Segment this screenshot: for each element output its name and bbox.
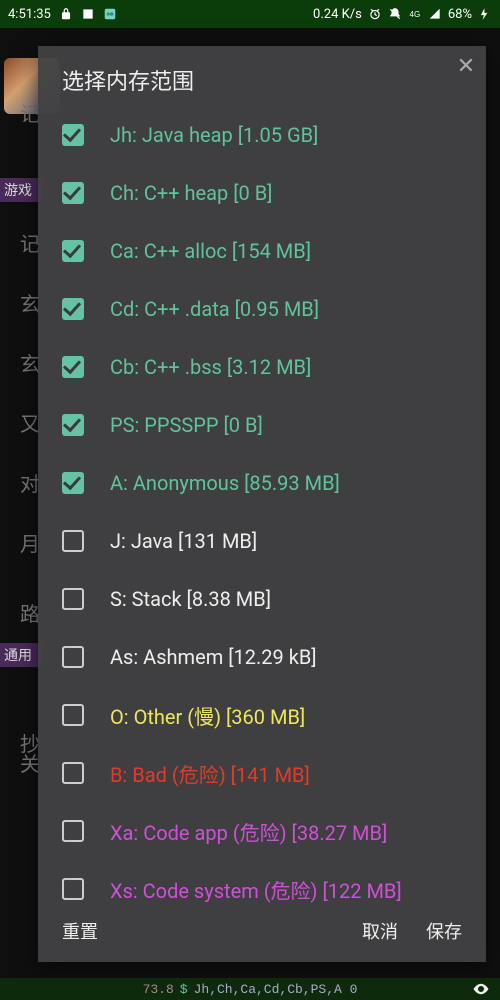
memory-range-label: B: Bad (危险) [141 MB] bbox=[110, 759, 310, 788]
app-icon bbox=[103, 7, 117, 21]
net-speed: 0.24 K/s bbox=[313, 7, 362, 22]
memory-range-label: Ch: C++ heap [0 B] bbox=[110, 181, 272, 205]
status-bar: 4:51:35 0.24 K/s 4G 68% bbox=[0, 0, 500, 28]
memory-range-label: J: Java [131 MB] bbox=[110, 529, 257, 553]
checkbox[interactable] bbox=[62, 182, 84, 204]
memory-range-row[interactable]: Cd: C++ .data [0.95 MB] bbox=[62, 280, 474, 338]
memory-range-row[interactable]: S: Stack [8.38 MB] bbox=[62, 570, 474, 628]
memory-range-row[interactable]: Xa: Code app (危险) [38.27 MB] bbox=[62, 802, 474, 860]
memory-range-dialog: ✕ 选择内存范围 Jh: Java heap [1.05 GB] Ch: C++ … bbox=[38, 46, 486, 962]
memory-range-label: Jh: Java heap [1.05 GB] bbox=[110, 123, 318, 147]
checkbox[interactable] bbox=[62, 240, 84, 262]
bell-off-icon bbox=[388, 7, 402, 21]
dollar-icon: $ bbox=[180, 982, 188, 997]
memory-range-row[interactable]: J: Java [131 MB] bbox=[62, 512, 474, 570]
cancel-button[interactable]: 取消 bbox=[362, 918, 398, 944]
dialog-button-row: 重置 取消 保存 bbox=[38, 904, 486, 962]
memory-range-row[interactable]: Ch: C++ heap [0 B] bbox=[62, 164, 474, 222]
bg-tag: 游戏 bbox=[0, 178, 42, 202]
bg-text: 玄 bbox=[20, 288, 40, 317]
checkbox[interactable] bbox=[62, 646, 84, 668]
checkbox[interactable] bbox=[62, 124, 84, 146]
bg-text: 路 bbox=[20, 598, 40, 627]
alarm-icon bbox=[368, 7, 382, 21]
memory-range-row[interactable]: PS: PPSSPP [0 B] bbox=[62, 396, 474, 454]
bottom-status-bar: 73.8 $ Jh,Ch,Ca,Cd,Cb,PS,A 0 bbox=[0, 978, 500, 1000]
memory-range-label: S: Stack [8.38 MB] bbox=[110, 587, 271, 611]
memory-range-label: Ca: C++ alloc [154 MB] bbox=[110, 239, 311, 263]
bg-text: 月 bbox=[20, 528, 40, 557]
bg-text: 玄 bbox=[20, 348, 40, 377]
checkbox[interactable] bbox=[62, 762, 84, 784]
memory-range-row[interactable]: Jh: Java heap [1.05 GB] bbox=[62, 106, 474, 164]
reset-button[interactable]: 重置 bbox=[62, 918, 98, 944]
status-time: 4:51:35 bbox=[8, 7, 51, 22]
memory-range-row[interactable]: Ca: C++ alloc [154 MB] bbox=[62, 222, 474, 280]
checkbox[interactable] bbox=[62, 530, 84, 552]
eye-icon[interactable] bbox=[472, 980, 490, 998]
checkbox[interactable] bbox=[62, 588, 84, 610]
checkbox[interactable] bbox=[62, 704, 84, 726]
charging-icon bbox=[478, 7, 492, 21]
status-left: 4:51:35 bbox=[8, 7, 117, 22]
memory-range-row[interactable]: O: Other (慢) [360 MB] bbox=[62, 686, 474, 744]
bottom-regions: Jh,Ch,Ca,Cd,Cb,PS,A 0 bbox=[194, 982, 358, 997]
checkbox[interactable] bbox=[62, 820, 84, 842]
memory-range-row[interactable]: As: Ashmem [12.29 kB] bbox=[62, 628, 474, 686]
bg-text: 记 bbox=[20, 98, 40, 127]
checkbox[interactable] bbox=[62, 356, 84, 378]
signal-icon: 4G bbox=[408, 7, 422, 21]
dialog-title: 选择内存范围 bbox=[38, 46, 486, 106]
bg-text: 又 bbox=[20, 408, 40, 437]
checkbox[interactable] bbox=[62, 298, 84, 320]
memory-range-row[interactable]: A: Anonymous [85.93 MB] bbox=[62, 454, 474, 512]
image-icon bbox=[81, 7, 95, 21]
bottom-number: 73.8 bbox=[143, 982, 174, 997]
save-button[interactable]: 保存 bbox=[426, 918, 462, 944]
memory-range-label: Cd: C++ .data [0.95 MB] bbox=[110, 297, 319, 321]
bg-tag: 通用 bbox=[0, 643, 42, 667]
battery-percent: 68% bbox=[448, 7, 472, 22]
memory-range-row[interactable]: Cb: C++ .bss [3.12 MB] bbox=[62, 338, 474, 396]
checkbox[interactable] bbox=[62, 878, 84, 900]
bg-text: 记 bbox=[20, 228, 40, 257]
memory-range-list: Jh: Java heap [1.05 GB] Ch: C++ heap [0 B… bbox=[38, 106, 486, 904]
memory-range-label: Xs: Code system (危险) [122 MB] bbox=[110, 875, 402, 904]
status-right: 0.24 K/s 4G 68% bbox=[313, 7, 492, 22]
memory-range-label: A: Anonymous [85.93 MB] bbox=[110, 471, 340, 495]
signal-bars-icon bbox=[428, 7, 442, 21]
memory-range-label: O: Other (慢) [360 MB] bbox=[110, 701, 305, 730]
bg-text: 关 bbox=[20, 748, 40, 777]
bg-text: 对 bbox=[20, 468, 40, 497]
memory-range-label: PS: PPSSPP [0 B] bbox=[110, 413, 263, 437]
checkbox[interactable] bbox=[62, 472, 84, 494]
memory-range-row[interactable]: B: Bad (危险) [141 MB] bbox=[62, 744, 474, 802]
memory-range-label: Xa: Code app (危险) [38.27 MB] bbox=[110, 817, 387, 846]
memory-range-label: Cb: C++ .bss [3.12 MB] bbox=[110, 355, 311, 379]
lock-icon bbox=[59, 7, 73, 21]
checkbox[interactable] bbox=[62, 414, 84, 436]
memory-range-row[interactable]: Xs: Code system (危险) [122 MB] bbox=[62, 860, 474, 904]
memory-range-label: As: Ashmem [12.29 kB] bbox=[110, 645, 317, 669]
close-icon[interactable]: ✕ bbox=[452, 52, 480, 80]
